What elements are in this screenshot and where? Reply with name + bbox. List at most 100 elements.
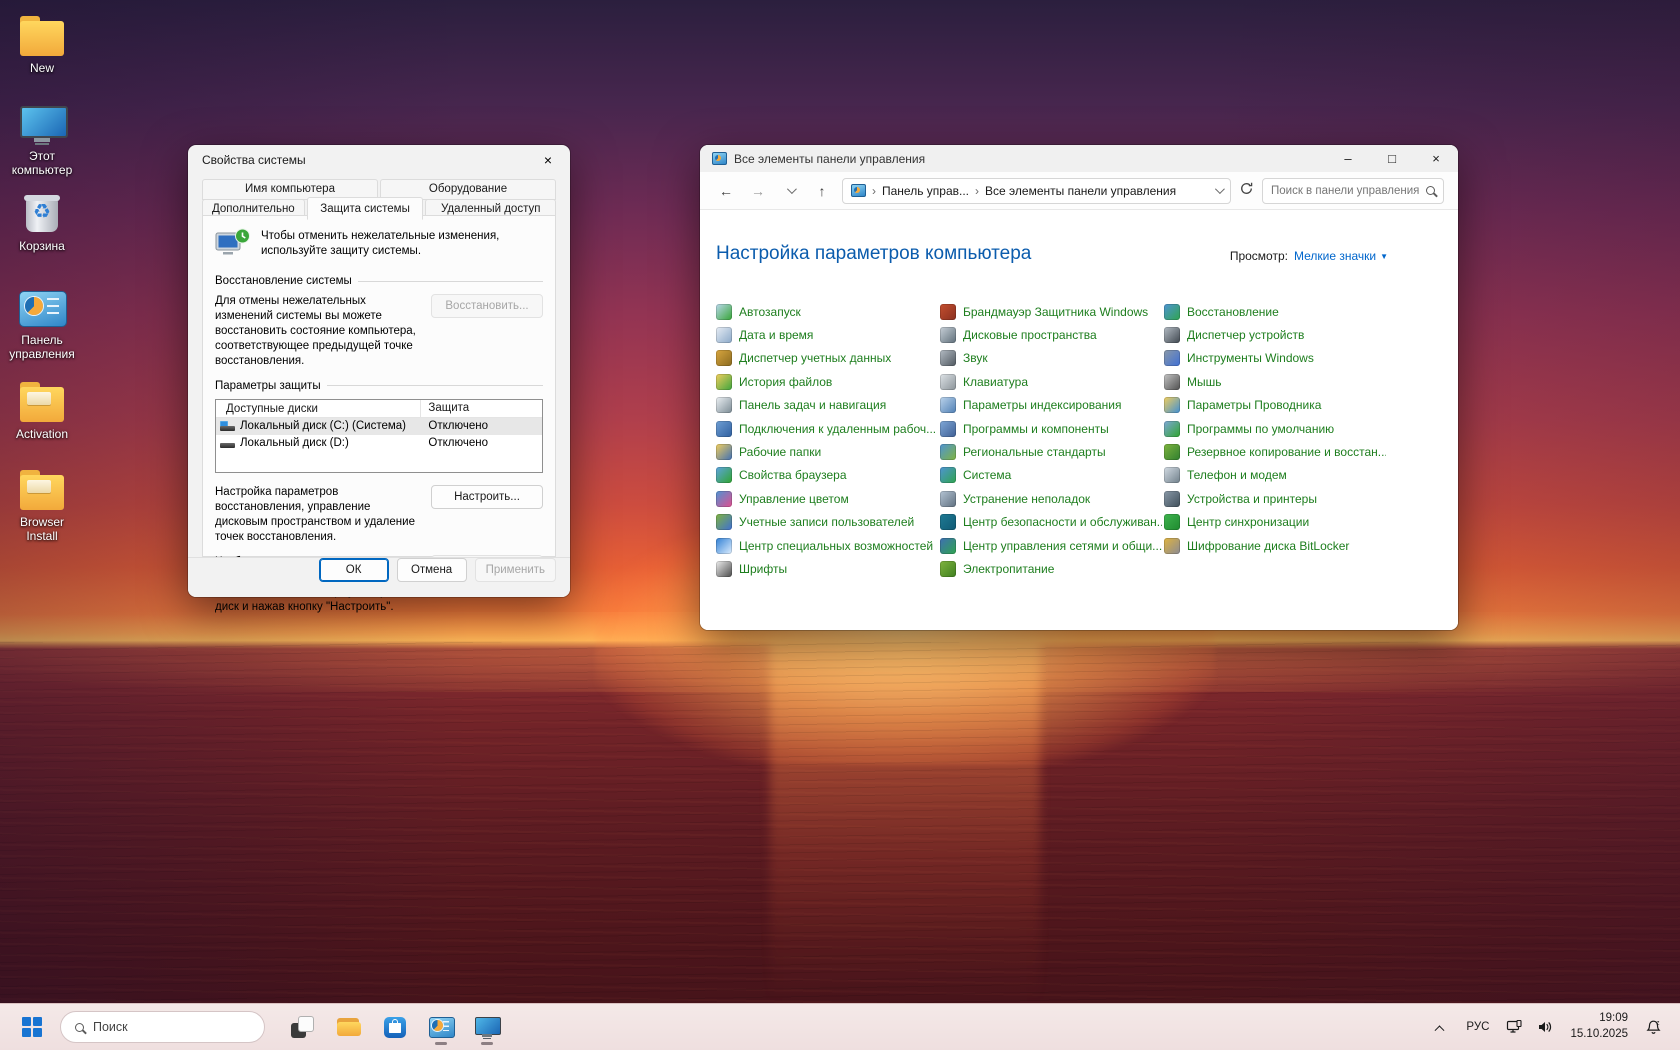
- cp-item-date-time[interactable]: Дата и время: [716, 323, 938, 346]
- view-by-dropdown[interactable]: Мелкие значки ▼: [1294, 249, 1388, 263]
- ease-of-access-icon: [716, 538, 732, 554]
- cp-item-fonts[interactable]: Шрифты: [716, 557, 938, 580]
- drives-list-header: Доступные диски Защита: [216, 400, 542, 418]
- cp-item-indexing-options[interactable]: Параметры индексирования: [940, 394, 1162, 417]
- cp-item-label: Устранение неполадок: [963, 492, 1090, 506]
- volume-icon[interactable]: [1532, 1011, 1558, 1043]
- cp-item-label: Диспетчер учетных данных: [739, 351, 891, 365]
- maximize-button[interactable]: □: [1370, 145, 1414, 172]
- minimize-button[interactable]: –: [1326, 145, 1370, 172]
- windows-tools-icon: [1164, 350, 1180, 366]
- cp-item-color-management[interactable]: Управление цветом: [716, 487, 938, 510]
- cp-item-security-maintenance[interactable]: Центр безопасности и обслуживан...: [940, 511, 1162, 534]
- date-time-icon: [716, 327, 732, 343]
- address-dropdown-icon[interactable]: [1215, 184, 1225, 194]
- cp-item-remoteapp-connections[interactable]: Подключения к удаленным рабоч...: [716, 417, 938, 440]
- cp-item-label: Устройства и принтеры: [1187, 492, 1317, 506]
- taskbar-control-panel-button[interactable]: [421, 1007, 461, 1047]
- cp-item-troubleshooting[interactable]: Устранение неполадок: [940, 487, 1162, 510]
- up-button[interactable]: ↑: [810, 179, 834, 203]
- cp-item-system[interactable]: Система: [940, 464, 1162, 487]
- desktop-icon-activation[interactable]: Activation: [4, 380, 80, 441]
- protection-drives-list[interactable]: Доступные диски Защита Локальный диск (C…: [215, 399, 543, 473]
- cp-item-file-history[interactable]: История файлов: [716, 370, 938, 393]
- cp-item-programs-features[interactable]: Программы и компоненты: [940, 417, 1162, 440]
- cp-item-label: Брандмауэр Защитника Windows: [963, 305, 1148, 319]
- forward-button[interactable]: →: [746, 179, 770, 203]
- desktop-icon-browser-install[interactable]: Browser Install: [4, 468, 80, 544]
- cp-item-phone-modem[interactable]: Телефон и модем: [1164, 464, 1386, 487]
- language-indicator[interactable]: РУС: [1457, 1021, 1498, 1033]
- cp-item-label: Программы по умолчанию: [1187, 422, 1334, 436]
- taskbar-task-view-button[interactable]: [283, 1007, 323, 1047]
- cp-item-windows-tools[interactable]: Инструменты Windows: [1164, 347, 1386, 370]
- cp-item-backup-restore[interactable]: Резервное копирование и восстан...: [1164, 440, 1386, 463]
- desktop-icon-control-panel[interactable]: Панель управления: [4, 286, 80, 362]
- tab-system-protection[interactable]: Защита системы: [307, 197, 424, 220]
- address-bar[interactable]: › Панель управ... › Все элементы панели …: [842, 178, 1231, 204]
- restore-row: Для отмены нежелательных изменений систе…: [215, 294, 543, 369]
- notification-bell-icon[interactable]: z: [1638, 1011, 1668, 1043]
- cp-item-power-options[interactable]: Электропитание: [940, 557, 1162, 580]
- desktop-icon-label: New: [30, 61, 54, 75]
- dialog-close-button[interactable]: ×: [526, 145, 570, 175]
- desktop-icon-recycle-bin[interactable]: ♻Корзина: [4, 192, 80, 253]
- taskbar-system-properties-button[interactable]: [467, 1007, 507, 1047]
- cp-item-recovery[interactable]: Восстановление: [1164, 300, 1386, 323]
- hidden-icons-chevron-icon[interactable]: [1425, 1011, 1453, 1043]
- breadcrumb-separator-icon: ›: [975, 184, 979, 198]
- desktop-icon-label: Панель управления: [4, 333, 80, 362]
- cp-item-keyboard[interactable]: Клавиатура: [940, 370, 1162, 393]
- user-accounts-icon: [716, 514, 732, 530]
- cp-item-network-sharing[interactable]: Центр управления сетями и общи...: [940, 534, 1162, 557]
- cp-item-work-folders[interactable]: Рабочие папки: [716, 440, 938, 463]
- close-button[interactable]: ×: [1414, 145, 1458, 172]
- recent-pages-dropdown-icon[interactable]: [778, 179, 802, 203]
- disk-row[interactable]: Локальный диск (C:) (Система)Отключено: [216, 418, 542, 435]
- taskbar-file-explorer-button[interactable]: [329, 1007, 369, 1047]
- cp-item-sound[interactable]: Звук: [940, 347, 1162, 370]
- disk-name-cell: Локальный диск (D:): [216, 437, 421, 449]
- remoteapp-connections-icon: [716, 421, 732, 437]
- refresh-icon[interactable]: [1239, 181, 1254, 201]
- cp-item-ease-of-access[interactable]: Центр специальных возможностей: [716, 534, 938, 557]
- clock[interactable]: 19:09 15.10.2025: [1562, 1011, 1634, 1042]
- desktop-icon-this-pc[interactable]: Этот компьютер: [4, 102, 80, 178]
- cp-item-user-accounts[interactable]: Учетные записи пользователей: [716, 511, 938, 534]
- cancel-button[interactable]: Отмена: [397, 558, 467, 582]
- disk-row[interactable]: Локальный диск (D:)Отключено: [216, 435, 542, 452]
- cp-item-firewall[interactable]: Брандмауэр Защитника Windows: [940, 300, 1162, 323]
- cp-item-default-programs[interactable]: Программы по умолчанию: [1164, 417, 1386, 440]
- breadcrumb-all-items[interactable]: Все элементы панели управления: [985, 184, 1176, 198]
- taskbar-search-input[interactable]: Поиск: [60, 1011, 265, 1043]
- back-button[interactable]: ←: [714, 179, 738, 203]
- cp-item-mouse[interactable]: Мышь: [1164, 370, 1386, 393]
- ok-button[interactable]: ОК: [319, 558, 389, 582]
- cp-item-taskbar-navigation[interactable]: Панель задач и навигация: [716, 394, 938, 417]
- cp-item-devices-printers[interactable]: Устройства и принтеры: [1164, 487, 1386, 510]
- cp-item-internet-options[interactable]: Свойства браузера: [716, 464, 938, 487]
- cp-item-label: Региональные стандарты: [963, 445, 1106, 459]
- cp-item-device-manager[interactable]: Диспетчер устройств: [1164, 323, 1386, 346]
- cp-item-bitlocker[interactable]: Шифрование диска BitLocker: [1164, 534, 1386, 557]
- configure-button[interactable]: Настроить...: [431, 485, 543, 509]
- taskbar-microsoft-store-button[interactable]: [375, 1007, 415, 1047]
- recovery-icon: [1164, 304, 1180, 320]
- cp-item-region[interactable]: Региональные стандарты: [940, 440, 1162, 463]
- breadcrumb-control-panel[interactable]: Панель управ...: [882, 184, 969, 198]
- cp-item-credential-manager[interactable]: Диспетчер учетных данных: [716, 347, 938, 370]
- apply-button[interactable]: Применить: [475, 558, 556, 582]
- cp-item-storage-spaces[interactable]: Дисковые пространства: [940, 323, 1162, 346]
- breadcrumb-separator-icon: ›: [872, 184, 876, 198]
- cp-item-autoplay[interactable]: Автозапуск: [716, 300, 938, 323]
- address-control-panel-icon: [851, 184, 866, 197]
- control-panel-search-input[interactable]: Поиск в панели управления: [1262, 178, 1444, 204]
- protection-status: Отключено: [421, 437, 542, 449]
- desktop-icon-new[interactable]: New: [4, 14, 80, 75]
- start-button[interactable]: [14, 1009, 50, 1045]
- network-icon[interactable]: [1502, 1011, 1528, 1043]
- drives-rows: Локальный диск (C:) (Система)ОтключеноЛо…: [216, 418, 542, 452]
- cp-item-folder-options[interactable]: Параметры Проводника: [1164, 394, 1386, 417]
- restore-button[interactable]: Восстановить...: [431, 294, 543, 318]
- cp-item-sync-center[interactable]: Центр синхронизации: [1164, 511, 1386, 534]
